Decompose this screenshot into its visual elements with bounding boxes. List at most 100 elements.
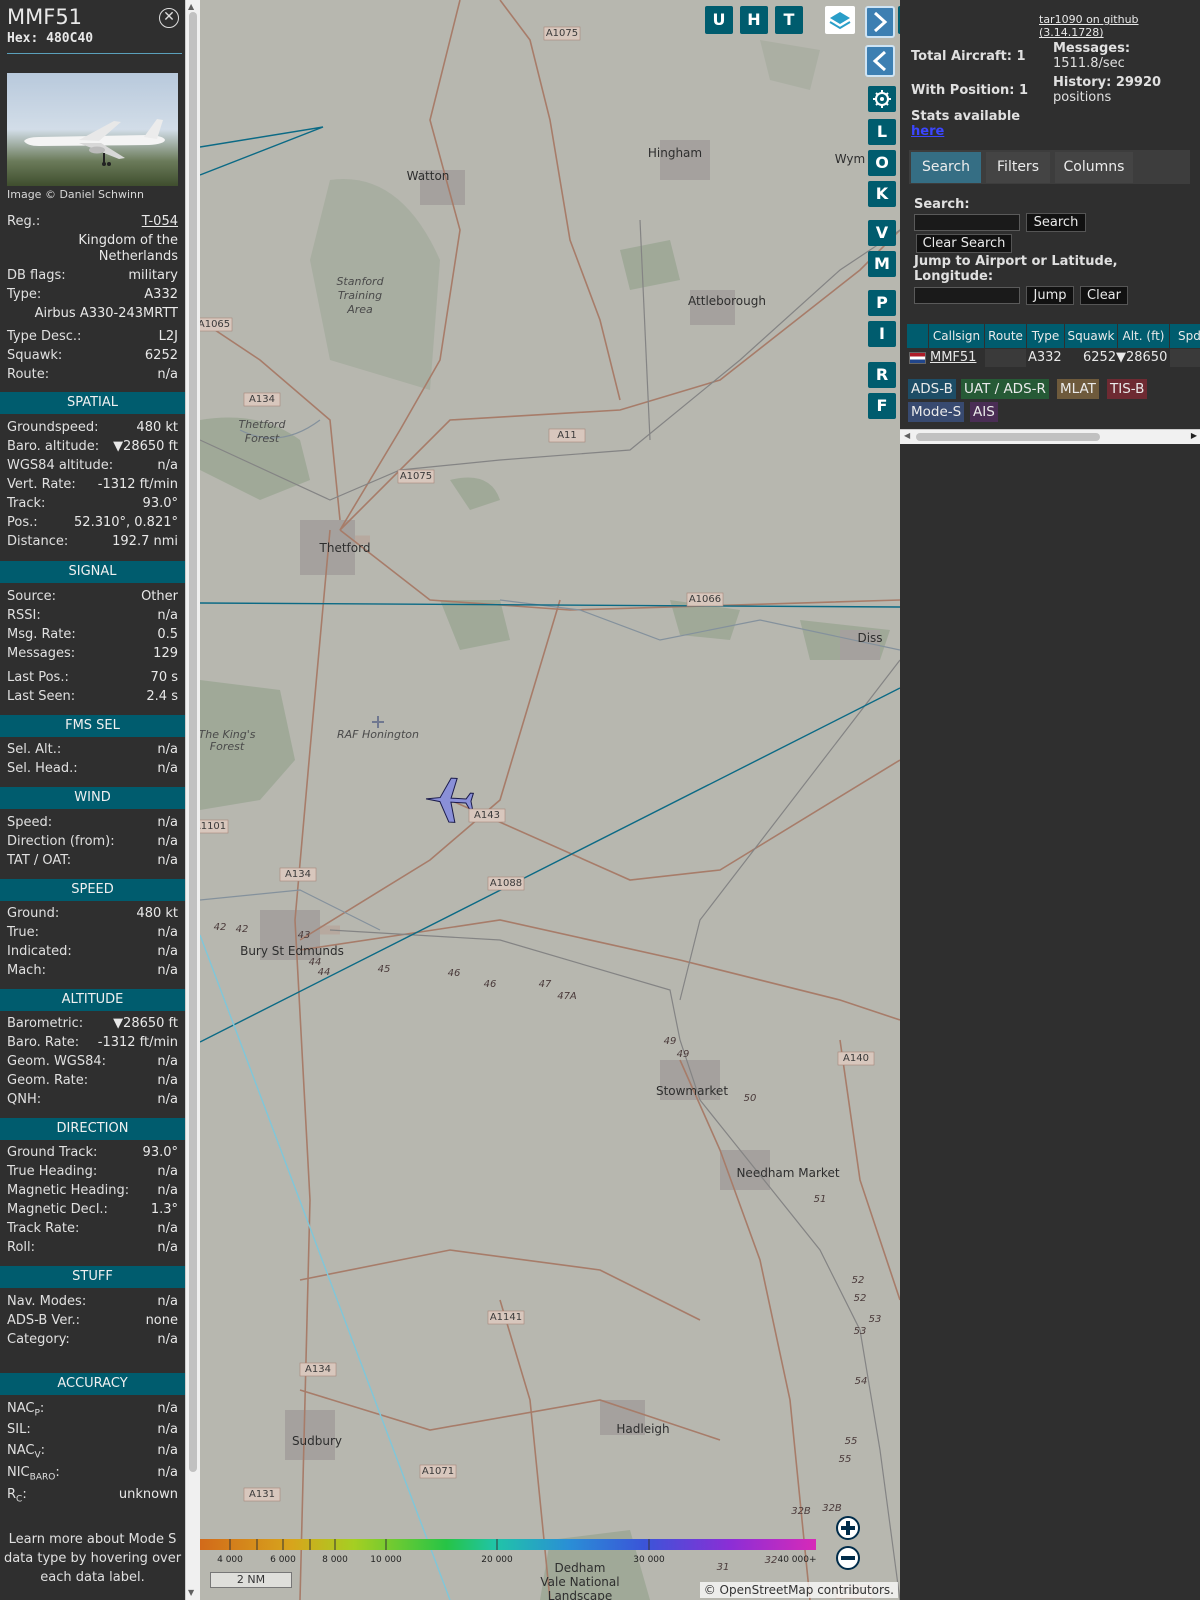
- collapse-left-button[interactable]: [865, 45, 895, 77]
- layers-button[interactable]: [825, 6, 855, 34]
- accuracy-label[interactable]: NACP:: [7, 1401, 44, 1419]
- close-icon[interactable]: ✕: [159, 8, 179, 28]
- column-header-type[interactable]: Type: [1027, 324, 1064, 348]
- spatial-label[interactable]: Groundspeed:: [7, 420, 98, 435]
- spatial-label[interactable]: Pos.:: [7, 515, 38, 530]
- direction-label[interactable]: Track Rate:: [7, 1221, 79, 1236]
- toggle-o-button[interactable]: O: [868, 150, 896, 176]
- map-place-label: Landscape: [548, 1589, 612, 1600]
- direction-label[interactable]: Magnetic Heading:: [7, 1183, 129, 1198]
- column-header-squawk[interactable]: Squawk: [1065, 324, 1117, 348]
- tab-filters[interactable]: Filters: [986, 152, 1050, 183]
- table-scrollbar[interactable]: ◀ ▶: [900, 429, 1200, 444]
- spatial-label[interactable]: Track:: [7, 496, 45, 511]
- aircraft-photo[interactable]: [7, 73, 178, 186]
- toggle-m-button[interactable]: M: [868, 251, 896, 277]
- junction-label: 52: [852, 1275, 865, 1286]
- signal-label[interactable]: Messages:: [7, 646, 75, 661]
- wind-label[interactable]: TAT / OAT:: [7, 853, 71, 868]
- map-view[interactable]: Watton Hingham Wym Attleborough Stanford Trai…: [200, 0, 900, 1600]
- map-canvas[interactable]: Watton Hingham Wym Attleborough StanfordTrai…: [200, 0, 900, 1600]
- clear-search-button[interactable]: Clear Search: [916, 234, 1012, 253]
- toggle-l-button[interactable]: L: [868, 119, 896, 145]
- toggle-i-button[interactable]: I: [868, 321, 896, 347]
- zoom-in-button[interactable]: [836, 1516, 860, 1540]
- direction-label[interactable]: Roll:: [7, 1240, 35, 1255]
- jump-input[interactable]: [914, 287, 1020, 304]
- signal-label[interactable]: Last Pos.:: [7, 670, 69, 685]
- accuracy-label[interactable]: NACV:: [7, 1443, 45, 1461]
- accuracy-label[interactable]: RC:: [7, 1487, 27, 1505]
- jump-button[interactable]: Jump: [1026, 286, 1074, 305]
- toggle-u-button[interactable]: U: [705, 6, 733, 34]
- direction-label[interactable]: Ground Track:: [7, 1145, 97, 1160]
- tab-search[interactable]: Search: [911, 152, 981, 183]
- zoom-out-button[interactable]: [836, 1546, 860, 1570]
- reg-link[interactable]: T-054: [142, 214, 178, 229]
- column-header-altitude[interactable]: Alt. (ft): [1118, 324, 1169, 348]
- search-button[interactable]: Search: [1026, 213, 1086, 232]
- stats-link[interactable]: here: [911, 124, 944, 139]
- toggle-f-button[interactable]: F: [868, 393, 896, 419]
- altitude-label[interactable]: Geom. Rate:: [7, 1073, 88, 1088]
- speed-label[interactable]: Ground:: [7, 906, 59, 921]
- fms-label[interactable]: Sel. Head.:: [7, 761, 78, 776]
- road-label: A134: [305, 1364, 331, 1375]
- search-input[interactable]: [914, 214, 1020, 231]
- type-value: A332: [144, 287, 178, 302]
- stuff-label[interactable]: Nav. Modes:: [7, 1294, 86, 1309]
- signal-label[interactable]: RSSI:: [7, 608, 41, 623]
- spatial-label[interactable]: Distance:: [7, 534, 68, 549]
- direction-label[interactable]: True Heading:: [7, 1164, 97, 1179]
- altitude-value: n/a: [157, 1054, 178, 1069]
- sidebar-scrollbar[interactable]: ▲ ▼: [185, 0, 200, 1600]
- dbflags-label: DB flags:: [7, 268, 66, 283]
- aircraft-list-panel: tar1090 on github (3.14.1728) Total Airc…: [900, 0, 1200, 1600]
- toggle-k-button[interactable]: K: [868, 181, 896, 207]
- toggle-r-button[interactable]: R: [868, 362, 896, 388]
- toggle-p-button[interactable]: P: [868, 290, 896, 316]
- accuracy-label[interactable]: SIL:: [7, 1422, 31, 1437]
- squawk-label: Squawk:: [7, 348, 63, 363]
- tab-columns[interactable]: Columns: [1055, 152, 1133, 183]
- row-callsign[interactable]: MMF51: [930, 349, 976, 367]
- spatial-value: 93.0°: [142, 496, 178, 511]
- row-squawk: 6252: [1083, 350, 1117, 365]
- speed-label[interactable]: Mach:: [7, 963, 46, 978]
- stuff-label[interactable]: Category:: [7, 1332, 70, 1347]
- spatial-label[interactable]: WGS84 altitude:: [7, 458, 113, 473]
- signal-label[interactable]: Msg. Rate:: [7, 627, 76, 642]
- signal-label[interactable]: Last Seen:: [7, 689, 75, 704]
- toggle-h-button[interactable]: H: [740, 6, 768, 34]
- table-scrollbar-thumb[interactable]: [916, 433, 1100, 441]
- signal-label[interactable]: Source:: [7, 589, 56, 604]
- column-header-speed[interactable]: Spd: [1170, 324, 1200, 348]
- altitude-label[interactable]: Barometric:: [7, 1016, 83, 1031]
- version-link[interactable]: tar1090 on github (3.14.1728): [1039, 13, 1200, 39]
- wind-label[interactable]: Speed:: [7, 815, 52, 830]
- spatial-row: Distance: 192.7 nmi: [7, 534, 178, 552]
- toggle-v-button[interactable]: V: [868, 220, 896, 246]
- column-header-callsign[interactable]: Callsign: [929, 324, 984, 348]
- expand-right-button[interactable]: [865, 6, 895, 38]
- altitude-label[interactable]: Geom. WGS84:: [7, 1054, 106, 1069]
- fms-label[interactable]: Sel. Alt.:: [7, 742, 61, 757]
- wind-label[interactable]: Direction (from):: [7, 834, 115, 849]
- spatial-label[interactable]: Baro. altitude:: [7, 439, 99, 454]
- accuracy-row: RC: unknown: [7, 1487, 178, 1505]
- altitude-label[interactable]: QNH:: [7, 1092, 41, 1107]
- spatial-label[interactable]: Vert. Rate:: [7, 477, 76, 492]
- settings-button[interactable]: [868, 86, 896, 112]
- speed-label[interactable]: Indicated:: [7, 944, 72, 959]
- column-header-route[interactable]: Route: [985, 324, 1026, 348]
- junction-label: 32B: [822, 1503, 842, 1514]
- clear-button[interactable]: Clear: [1080, 286, 1128, 305]
- accuracy-label[interactable]: NICBARO:: [7, 1465, 60, 1483]
- altitude-label[interactable]: Baro. Rate:: [7, 1035, 79, 1050]
- type-label: Type:: [7, 287, 42, 302]
- scrollbar-thumb[interactable]: [189, 12, 197, 1472]
- direction-label[interactable]: Magnetic Decl.:: [7, 1202, 108, 1217]
- stuff-label[interactable]: ADS-B Ver.:: [7, 1313, 80, 1328]
- toggle-t-button[interactable]: T: [775, 6, 803, 34]
- speed-label[interactable]: True:: [7, 925, 39, 940]
